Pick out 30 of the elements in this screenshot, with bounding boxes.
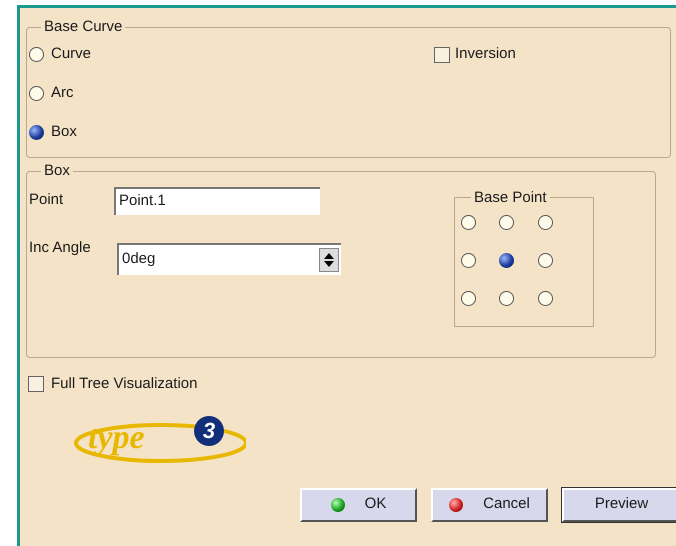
radio-button[interactable] [461,215,476,230]
dialog-button[interactable]: OK [300,488,417,522]
input-field[interactable]: Point.1 [114,186,320,214]
spin-field[interactable]: 0deg [117,242,341,274]
dialog-button[interactable]: Cancel [431,488,548,522]
radio-button[interactable] [461,291,476,306]
radio-button[interactable] [499,253,514,268]
field-label: Point [29,190,64,210]
radio-button[interactable] [538,215,553,230]
radio-button[interactable] [461,253,476,268]
spin-arrows-icon[interactable] [319,248,339,272]
group-title: Box [43,161,71,181]
option-label: Box [51,122,77,142]
checkbox[interactable] [28,376,44,392]
checkbox[interactable] [434,46,450,62]
radio-button[interactable] [499,291,514,306]
radio-button[interactable] [538,291,553,306]
group-title: Base Curve [43,17,124,37]
radio-button[interactable] [538,253,553,268]
group-title: Base Point [473,188,548,208]
radio-button[interactable] [29,125,44,140]
dialog-button[interactable]: Preview [562,488,676,522]
option-label: Curve [51,44,92,64]
checkbox-label: Full Tree Visualization [51,374,198,394]
radio-button[interactable] [499,215,514,230]
option-label: Arc [51,83,74,104]
radio-button[interactable] [29,86,44,101]
checkbox-label: Inversion [455,44,516,64]
field-label: Inc Angle [29,238,92,258]
radio-button[interactable] [29,47,44,62]
